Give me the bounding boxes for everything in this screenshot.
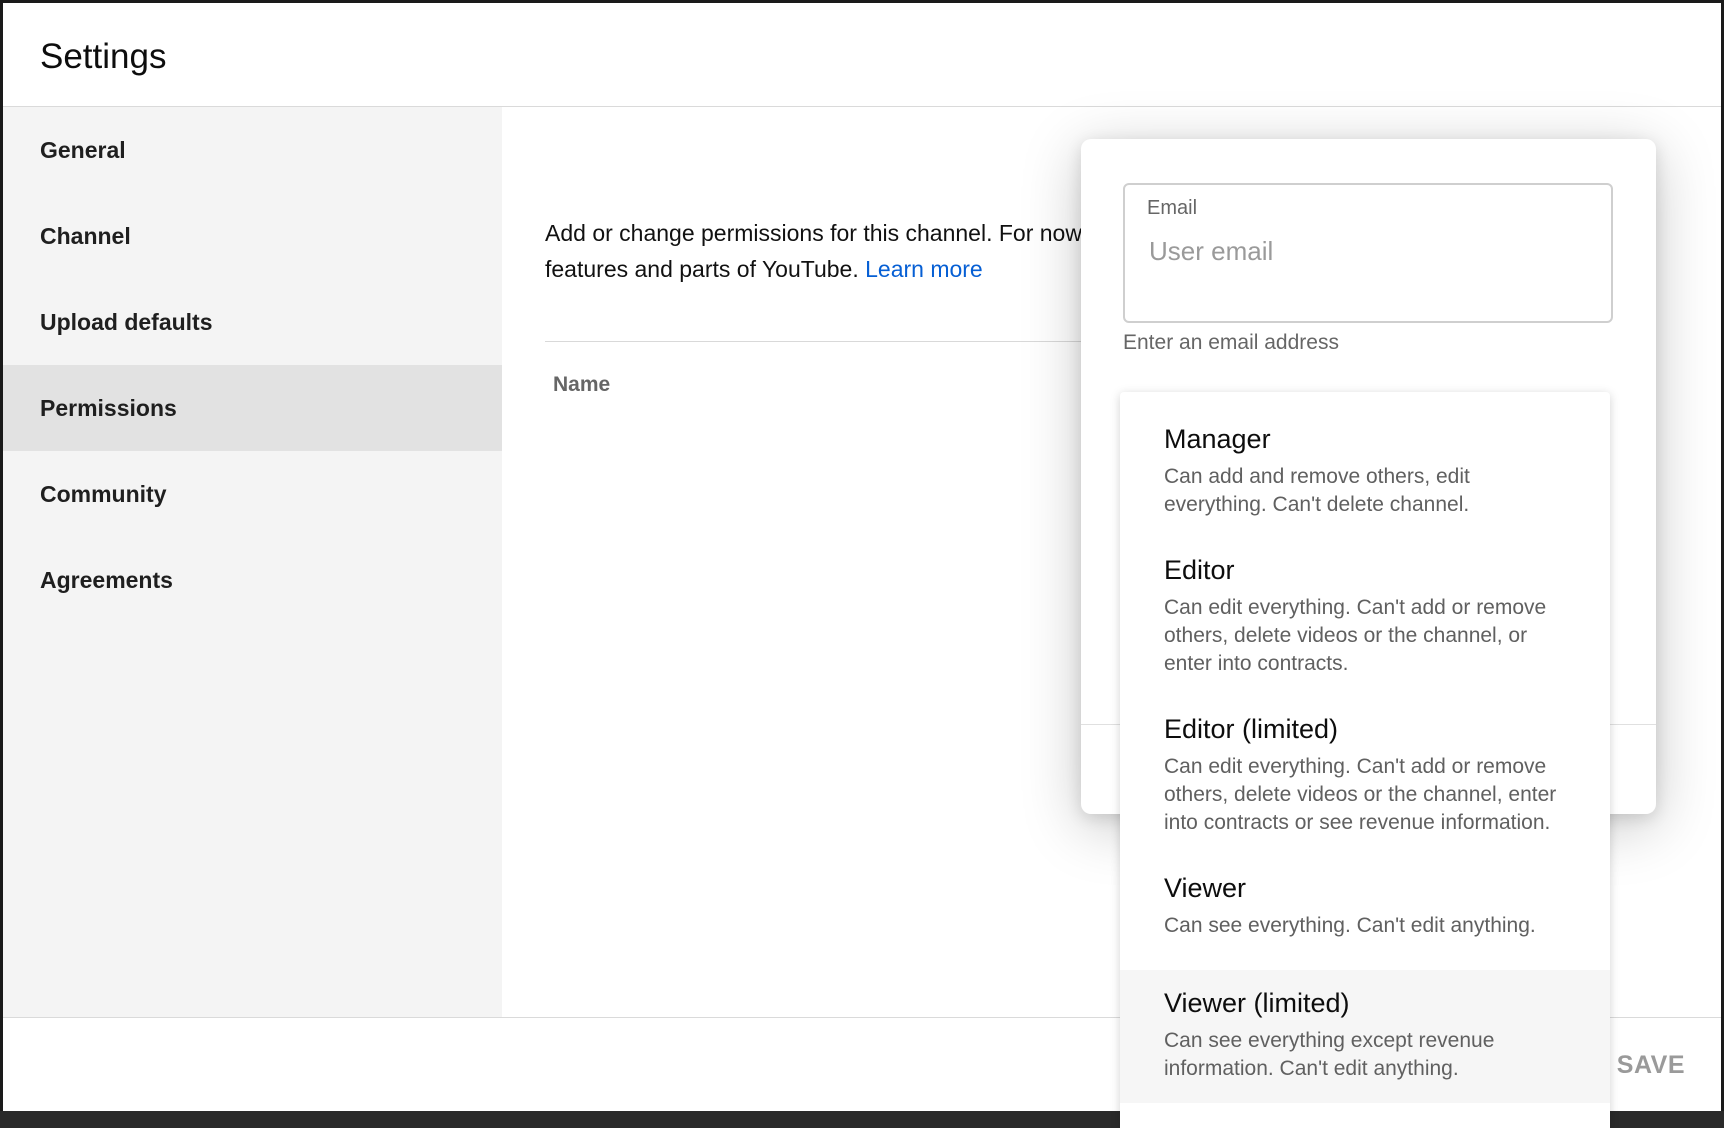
save-button[interactable]: SAVE <box>1611 1050 1691 1081</box>
role-option-viewer[interactable]: Viewer Can see everything. Can't edit an… <box>1120 851 1610 970</box>
role-option-manager[interactable]: Manager Can add and remove others, edit … <box>1120 392 1610 533</box>
sidebar-item-upload-defaults[interactable]: Upload defaults <box>3 279 502 365</box>
role-description: Can see everything except revenue inform… <box>1164 1029 1495 1080</box>
description-line-2: features and parts of YouTube. <box>545 256 866 282</box>
role-option-editor[interactable]: Editor Can edit everything. Can't add or… <box>1120 533 1610 692</box>
sidebar-item-community[interactable]: Community <box>3 451 502 537</box>
role-description: Can add and remove others, edit everythi… <box>1164 465 1470 516</box>
role-title: Editor (limited) <box>1164 714 1339 744</box>
permissions-description: Add or change permissions for this chann… <box>545 215 1105 287</box>
email-field[interactable]: Email <box>1123 183 1613 323</box>
role-description: Can see everything. Can't edit anything. <box>1164 914 1536 937</box>
description-line-1: Add or change permissions for this chann… <box>545 220 1082 246</box>
email-input[interactable] <box>1147 235 1591 268</box>
role-description: Can edit everything. Can't add or remove… <box>1164 755 1557 834</box>
role-title: Viewer (limited) <box>1164 988 1350 1018</box>
sidebar-item-permissions[interactable]: Permissions <box>3 365 502 451</box>
role-description: Can edit everything. Can't add or remove… <box>1164 596 1547 675</box>
sidebar-item-agreements[interactable]: Agreements <box>3 537 502 623</box>
role-title: Editor <box>1164 555 1235 585</box>
role-option-viewer-limited[interactable]: Viewer (limited) Can see everything exce… <box>1120 970 1610 1103</box>
learn-more-link[interactable]: Learn more <box>865 256 983 282</box>
sidebar: General Channel Upload defaults Permissi… <box>3 107 502 1017</box>
role-option-editor-limited[interactable]: Editor (limited) Can edit everything. Ca… <box>1120 692 1610 851</box>
header: Settings <box>3 3 1721 107</box>
page-title: Settings <box>40 37 167 76</box>
sidebar-item-channel[interactable]: Channel <box>3 193 502 279</box>
email-hint: Enter an email address <box>1123 331 1339 354</box>
column-header-name: Name <box>553 373 611 396</box>
divider <box>545 341 1105 342</box>
role-dropdown: Manager Can add and remove others, edit … <box>1120 392 1610 1128</box>
role-title: Manager <box>1164 424 1271 454</box>
sidebar-item-general[interactable]: General <box>3 107 502 193</box>
role-title: Viewer <box>1164 873 1247 903</box>
email-label: Email <box>1147 197 1198 219</box>
